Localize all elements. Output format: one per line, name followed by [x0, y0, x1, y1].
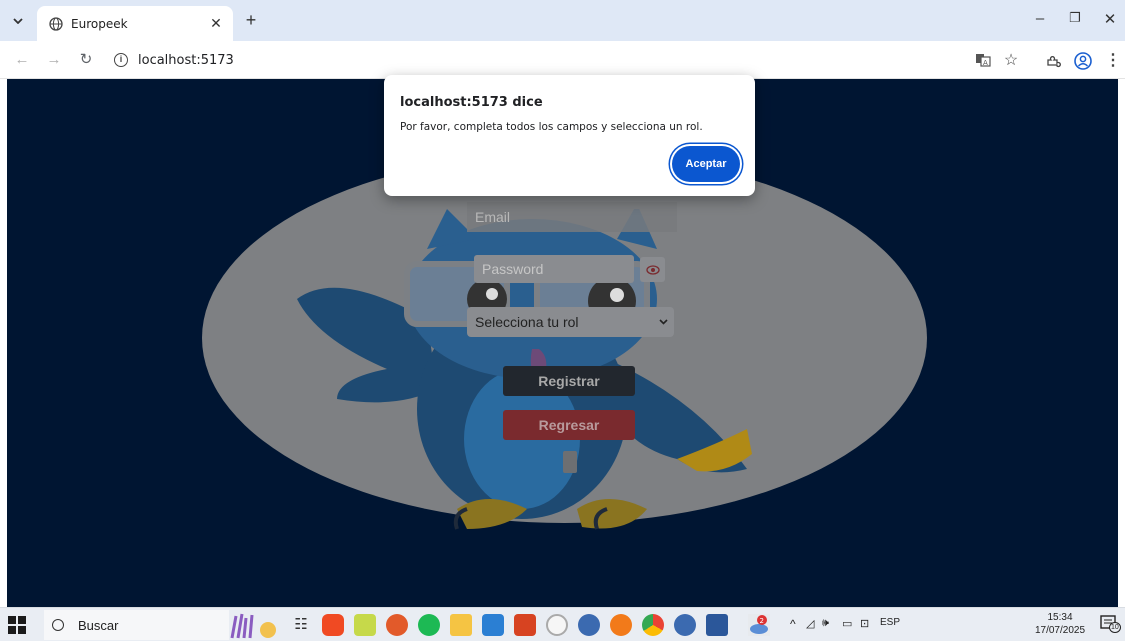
restore-button[interactable]: ❐ — [1061, 10, 1089, 26]
back-button[interactable]: Regresar — [503, 410, 635, 440]
back-arrow-icon[interactable]: ← — [12, 50, 32, 70]
lavender-widget-icon[interactable] — [228, 610, 280, 640]
show-password-button[interactable] — [640, 257, 665, 282]
role-select-value: Selecciona tu rol — [475, 314, 579, 330]
clock-date: 17/07/2025 — [1034, 625, 1086, 636]
vscode-icon[interactable] — [482, 614, 504, 636]
network-icon[interactable]: ◿ — [806, 617, 814, 630]
taskbar-search[interactable]: Buscar — [44, 610, 229, 640]
extensions-icon[interactable] — [1044, 52, 1062, 70]
word-icon[interactable] — [706, 614, 728, 636]
task-view-icon[interactable]: ☷ — [290, 614, 312, 636]
small-placeholder-element — [563, 451, 577, 473]
chrome-icon[interactable] — [642, 614, 664, 636]
chevron-down-icon — [13, 18, 23, 24]
reload-icon[interactable]: ↻ — [76, 50, 96, 70]
accept-button[interactable]: Aceptar — [672, 146, 740, 182]
firefox-icon[interactable] — [386, 614, 408, 636]
alert-dialog: localhost:5173 dice Por favor, completa … — [384, 75, 755, 196]
dialog-title: localhost:5173 dice — [400, 95, 543, 110]
clock-time: 15:34 — [1047, 612, 1073, 623]
role-select[interactable]: Selecciona tu rol — [467, 307, 674, 337]
taskbar-search-label: Buscar — [78, 617, 119, 633]
translate-icon[interactable]: A — [974, 52, 992, 70]
globe-icon — [49, 16, 63, 31]
windows-taskbar: Buscar ☷ 2 ^ ◿ 🕪 ▭ ⊡ ESP 15:34 17/07/202… — [0, 607, 1125, 641]
flag-app-icon[interactable] — [354, 614, 376, 636]
site-info-icon[interactable]: i — [114, 53, 128, 67]
volume-icon[interactable]: 🕪 — [822, 617, 829, 630]
close-tab-icon[interactable]: ✕ — [207, 15, 225, 32]
file-explorer-icon[interactable] — [450, 614, 472, 636]
more-menu-icon[interactable]: ⋮ — [1104, 52, 1122, 70]
svg-text:2: 2 — [760, 617, 764, 625]
brave-browser-icon[interactable] — [322, 614, 344, 636]
chrome-alt-icon[interactable] — [674, 614, 696, 636]
bookmark-star-icon[interactable]: ☆ — [1002, 52, 1020, 70]
input-method-icon[interactable]: ⊡ — [860, 617, 869, 630]
tab-search-button[interactable] — [8, 11, 28, 31]
address-bar[interactable]: i localhost:5173 — [104, 46, 964, 74]
dialog-message: Por favor, completa todos los campos y s… — [400, 121, 703, 133]
register-button[interactable]: Registrar — [503, 366, 635, 396]
spotify-icon[interactable] — [418, 614, 440, 636]
email-input[interactable]: Email — [467, 202, 677, 232]
start-button[interactable] — [6, 615, 28, 635]
battery-icon[interactable]: ▭ — [842, 617, 852, 630]
password-input[interactable]: Password — [474, 255, 634, 283]
weather-icon[interactable]: 2 — [748, 614, 770, 636]
profile-icon[interactable] — [1074, 52, 1092, 70]
url-text: localhost:5173 — [138, 52, 234, 68]
powerpoint-icon[interactable] — [514, 614, 536, 636]
browser-tab[interactable]: Europeek ✕ — [37, 6, 233, 41]
tab-strip: Europeek ✕ + – ❐ ✕ — [0, 0, 1125, 41]
minimize-button[interactable]: – — [1026, 10, 1054, 27]
svg-text:A: A — [983, 59, 988, 67]
system-clock[interactable]: 15:34 17/07/2025 — [1030, 611, 1090, 637]
close-window-button[interactable]: ✕ — [1096, 10, 1124, 28]
browser-toolbar: ← → ↻ i localhost:5173 A ☆ ⋮ — [0, 41, 1125, 79]
new-tab-button[interactable]: + — [240, 10, 262, 31]
search-icon — [52, 619, 64, 631]
notification-count: 10 — [1109, 622, 1121, 633]
notification-center-icon[interactable]: 10 — [1100, 614, 1121, 634]
orange-app-icon[interactable] — [610, 614, 632, 636]
forward-arrow-icon[interactable]: → — [44, 50, 64, 70]
cloud-app-icon[interactable] — [546, 614, 568, 636]
language-indicator[interactable]: ESP — [880, 617, 900, 628]
tab-title: Europeek — [71, 16, 128, 31]
show-hidden-icons-chevron-icon[interactable]: ^ — [790, 617, 796, 631]
chevron-down-icon — [659, 319, 668, 325]
eye-icon — [645, 264, 660, 275]
chrome-profile-icon[interactable] — [578, 614, 600, 636]
